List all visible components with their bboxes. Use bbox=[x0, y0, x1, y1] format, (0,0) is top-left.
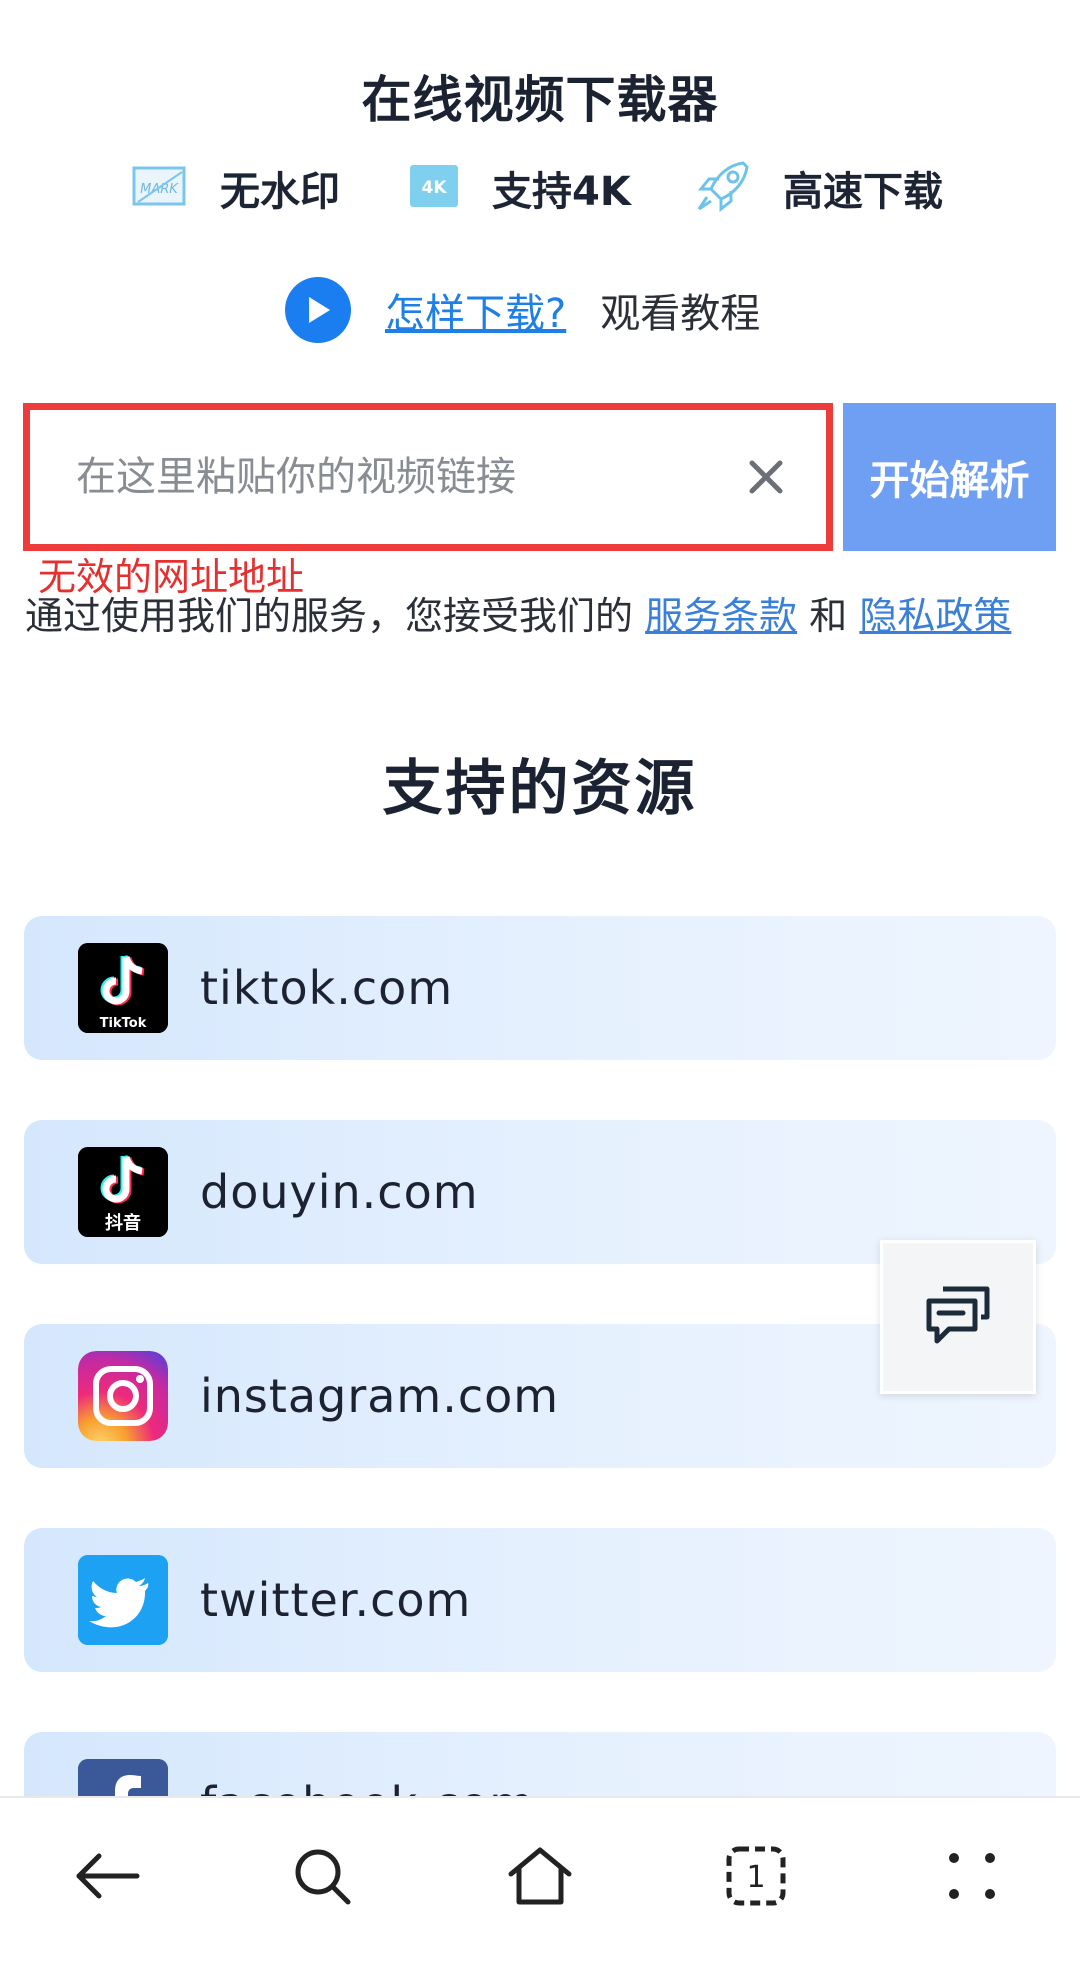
tabs-icon[interactable]: 1 bbox=[716, 1836, 796, 1916]
source-name: instagram.com bbox=[200, 1369, 560, 1423]
terms-prefix: 通过使用我们的服务，您接受我们的 bbox=[25, 594, 634, 638]
twitter-icon bbox=[78, 1555, 168, 1645]
source-name: tiktok.com bbox=[200, 961, 454, 1015]
howto-row: 怎样下载? 观看教程 bbox=[285, 275, 760, 345]
menu-icon[interactable] bbox=[932, 1836, 1012, 1916]
svg-text:4K: 4K bbox=[421, 178, 447, 198]
terms-of-service-link[interactable]: 服务条款 bbox=[645, 594, 797, 638]
url-input-box bbox=[23, 403, 833, 551]
instagram-icon bbox=[78, 1351, 168, 1441]
url-input[interactable] bbox=[74, 453, 718, 501]
chat-icon bbox=[923, 1283, 993, 1351]
svg-text:MARK: MARK bbox=[140, 182, 179, 197]
source-item-twitter[interactable]: twitter.com bbox=[24, 1528, 1056, 1672]
watch-tutorial-text: 观看教程 bbox=[600, 291, 761, 337]
page-title: 在线视频下载器 bbox=[361, 71, 719, 129]
terms-conjunction: 和 bbox=[809, 594, 848, 638]
douyin-logo-text: 抖音 bbox=[105, 1212, 141, 1234]
parse-button[interactable]: 开始解析 bbox=[843, 403, 1056, 551]
feature-high-speed: 高速下载 bbox=[693, 158, 943, 218]
howto-link[interactable]: 怎样下载? bbox=[385, 281, 566, 339]
terms-text: 通过使用我们的服务，您接受我们的 服务条款 和 隐私政策 bbox=[25, 592, 1011, 640]
search-icon[interactable] bbox=[282, 1836, 362, 1916]
feature-4k: 4K 支持4K bbox=[408, 158, 631, 218]
source-name: twitter.com bbox=[200, 1573, 472, 1627]
tiktok-icon: TikTok bbox=[78, 943, 168, 1033]
tiktok-logo-text: TikTok bbox=[100, 1016, 147, 1031]
feature-row: MARK 无水印 4K 支持4K 高速下载 bbox=[0, 158, 1080, 218]
home-icon[interactable] bbox=[500, 1836, 580, 1916]
browser-bottom-nav: 1 bbox=[0, 1796, 1080, 1967]
feature-label: 支持4K bbox=[492, 169, 631, 215]
4k-icon: 4K bbox=[408, 161, 462, 215]
feature-label: 高速下载 bbox=[783, 169, 943, 215]
feedback-chat-button[interactable] bbox=[880, 1240, 1036, 1394]
douyin-icon: 抖音 bbox=[78, 1147, 168, 1237]
clear-icon[interactable] bbox=[744, 455, 788, 499]
sources-title: 支持的资源 bbox=[382, 754, 698, 824]
tab-count: 1 bbox=[746, 1860, 765, 1895]
source-item-tiktok[interactable]: TikTok tiktok.com bbox=[24, 916, 1056, 1060]
play-icon[interactable] bbox=[285, 277, 351, 343]
privacy-policy-link[interactable]: 隐私政策 bbox=[859, 594, 1011, 638]
back-icon[interactable] bbox=[68, 1836, 148, 1916]
watermark-icon: MARK bbox=[130, 162, 190, 214]
rocket-icon bbox=[693, 157, 753, 219]
feature-no-watermark: MARK 无水印 bbox=[130, 158, 340, 218]
feature-label: 无水印 bbox=[220, 169, 340, 215]
source-name: douyin.com bbox=[200, 1165, 479, 1219]
